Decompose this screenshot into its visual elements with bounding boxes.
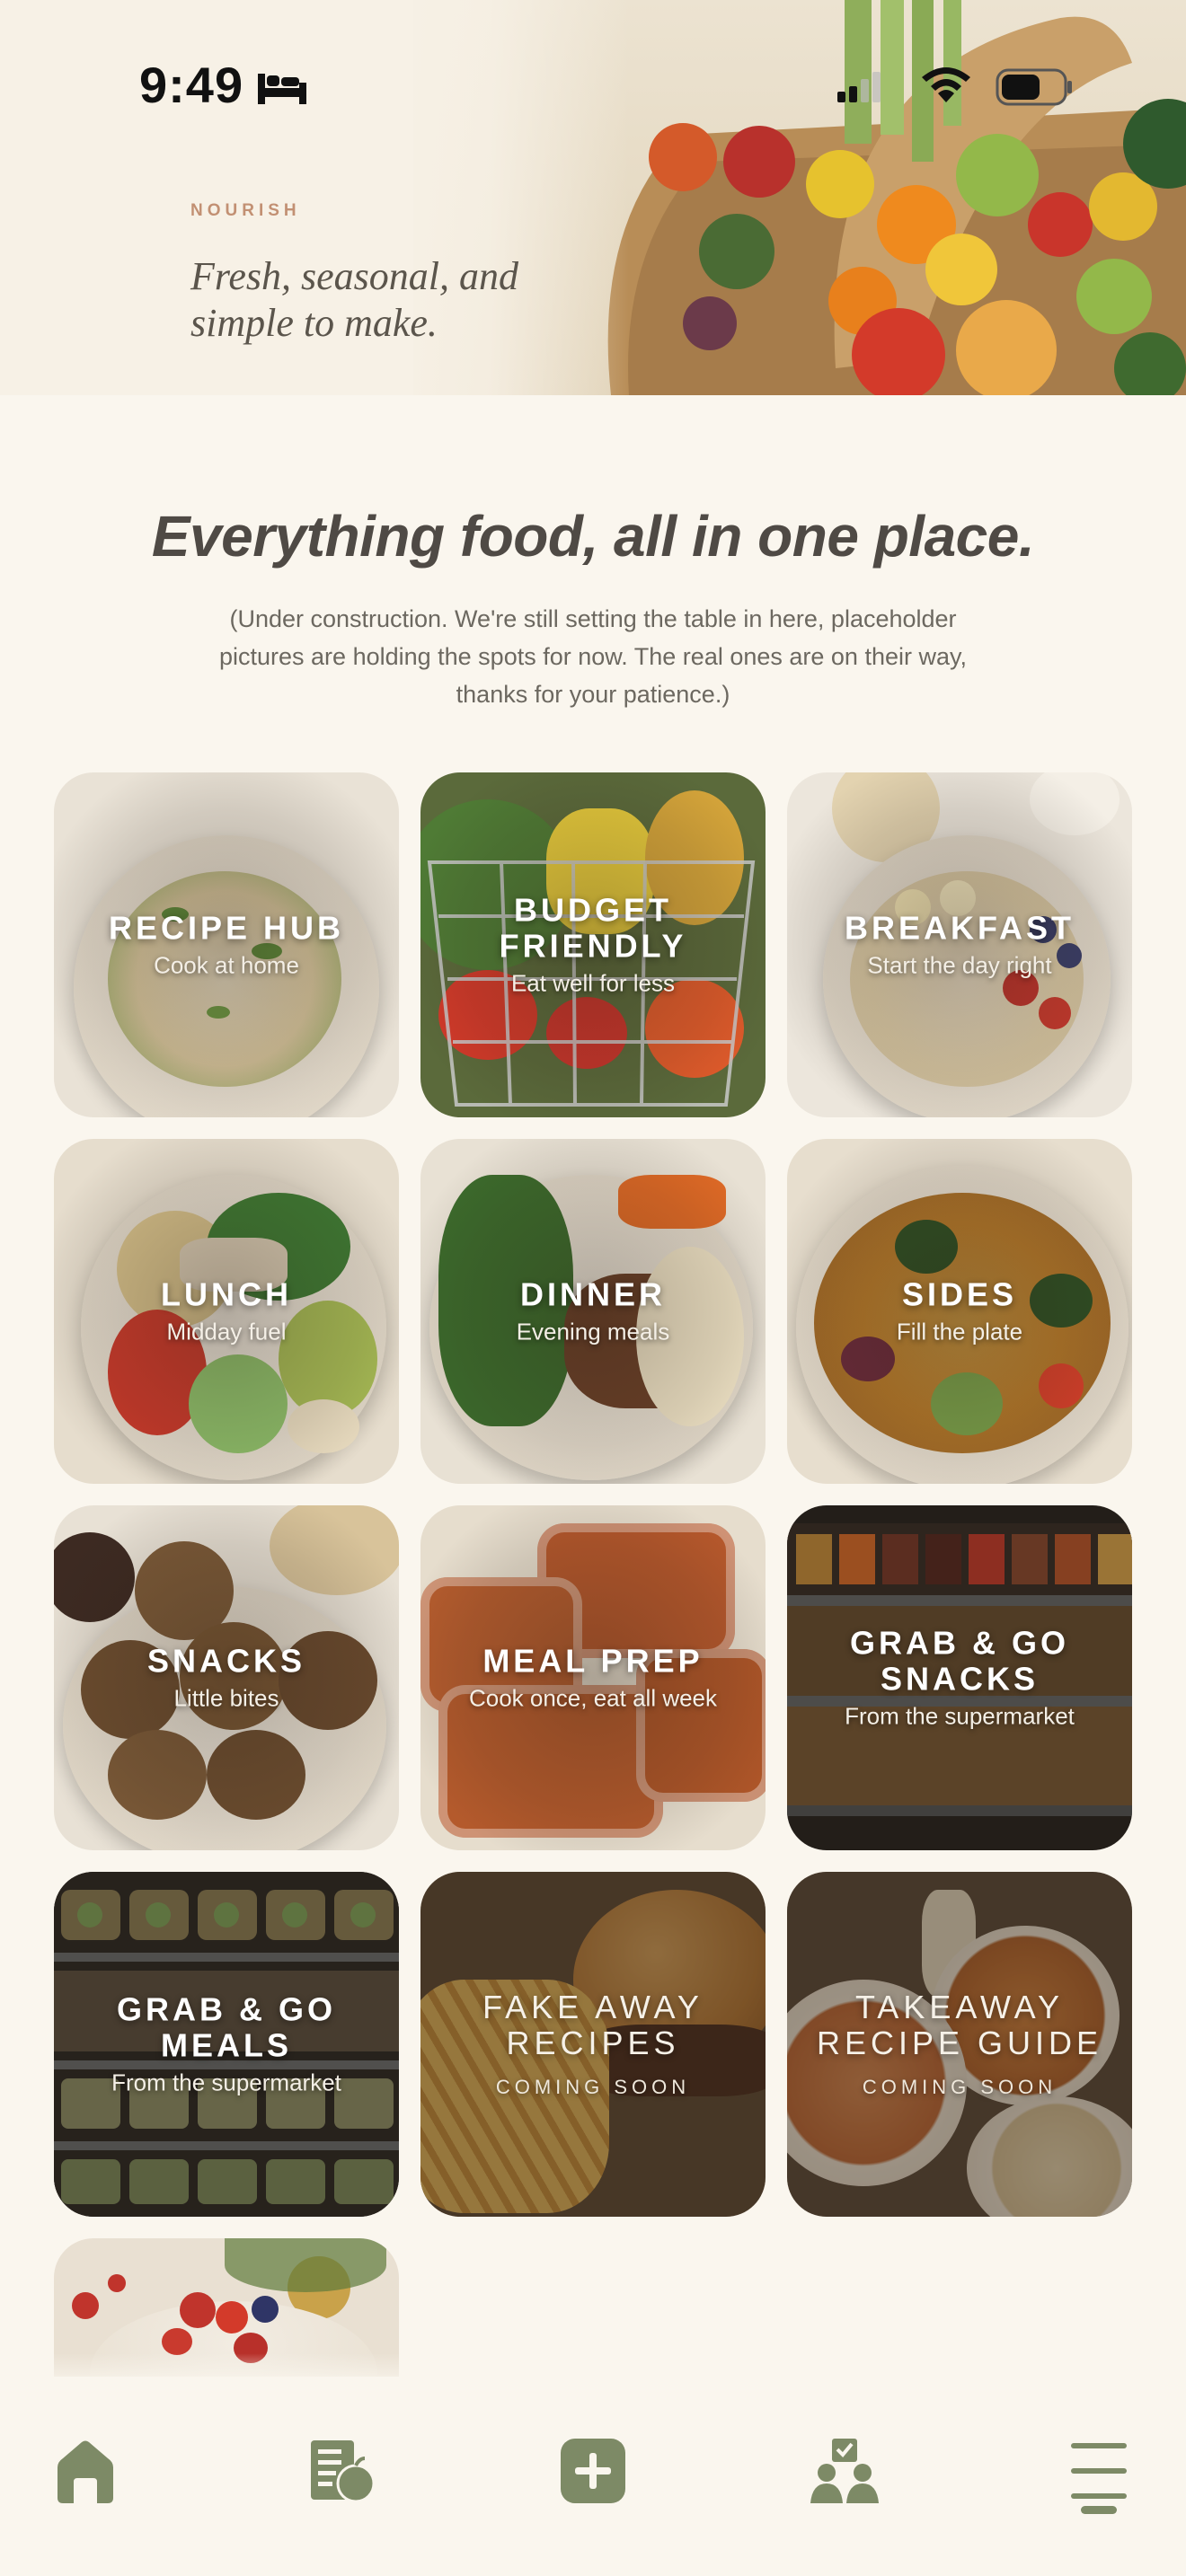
hero-tagline: Fresh, seasonal, and simple to make.: [190, 254, 519, 345]
tile-subtitle: Start the day right: [867, 951, 1052, 979]
status-time: 9:49: [139, 57, 244, 113]
nav-home[interactable]: [45, 2430, 126, 2511]
tile-title: MEAL PREP: [482, 1642, 704, 1680]
coming-soon-label: COMING SOON: [862, 2076, 1058, 2098]
tile-subtitle: From the supermarket: [111, 2069, 341, 2096]
tile-budget-friendly[interactable]: BUDGET FRIENDLY Eat well for less: [420, 772, 766, 1117]
tile-subtitle: Evening meals: [516, 1318, 670, 1345]
tile-title: GRAB & GO MEALS: [116, 1990, 336, 2064]
tile-title: SNACKS: [146, 1642, 305, 1680]
page-title: Everything food, all in one place.: [151, 504, 1035, 569]
tile-grab-and-go-snacks[interactable]: GRAB & GO SNACKS From the supermarket: [787, 1505, 1132, 1850]
battery-icon: [996, 68, 1072, 106]
home-icon: [58, 2440, 113, 2503]
tile-snacks[interactable]: SNACKS Little bites: [54, 1505, 399, 1850]
tile-subtitle: From the supermarket: [845, 1702, 1075, 1730]
tile-meal-prep[interactable]: MEAL PREP Cook once, eat all week: [420, 1505, 766, 1850]
wifi-icon: [922, 67, 970, 102]
tile-fake-away-recipes[interactable]: FAKE AWAY RECIPES COMING SOON: [420, 1872, 766, 2217]
nav-community[interactable]: [804, 2430, 885, 2511]
coming-soon-label: COMING SOON: [495, 2076, 691, 2098]
tile-title: BUDGET FRIENDLY: [499, 891, 687, 965]
tile-title: RECIPE HUB: [108, 909, 345, 947]
hero-kicker: NOURISH: [190, 201, 301, 220]
tile-breakfast[interactable]: BREAKFAST Start the day right: [787, 772, 1132, 1117]
tile-title: FAKE AWAY RECIPES: [482, 1989, 704, 2061]
tile-grab-and-go-meals[interactable]: GRAB & GO MEALS From the supermarket: [54, 1872, 399, 2217]
recipe-notes-icon: [311, 2440, 376, 2503]
tile-title: GRAB & GO SNACKS: [849, 1624, 1069, 1698]
cellular-signal-icon: [837, 72, 881, 102]
tile-subtitle: Cook at home: [154, 951, 299, 979]
tile-sides[interactable]: SIDES Fill the plate: [787, 1139, 1132, 1484]
sleep-mode-icon: [258, 74, 306, 104]
active-tab-indicator: [1081, 2506, 1117, 2514]
tile-title: DINNER: [519, 1275, 666, 1313]
menu-icon: [1071, 2443, 1127, 2499]
nav-menu[interactable]: [1058, 2430, 1139, 2511]
tile-title: SIDES: [901, 1275, 1018, 1313]
tile-title: BREAKFAST: [844, 909, 1075, 947]
add-icon: [561, 2439, 625, 2503]
bottom-nav: [0, 2377, 1186, 2576]
tile-subtitle: Cook once, eat all week: [468, 1684, 718, 1712]
community-icon: [810, 2439, 879, 2503]
tile-dinner[interactable]: DINNER Evening meals: [420, 1139, 766, 1484]
tile-subtitle: Midday fuel: [166, 1318, 287, 1345]
tile-lunch[interactable]: LUNCH Midday fuel: [54, 1139, 399, 1484]
construction-note: (Under construction. We're still setting…: [219, 605, 967, 708]
nav-recipes[interactable]: [301, 2430, 382, 2511]
tile-recipe-hub[interactable]: RECIPE HUB Cook at home: [54, 772, 399, 1117]
hero-banner: 9:49 NOURISH Fresh, seasonal, and simple…: [0, 0, 1186, 395]
nav-add[interactable]: [553, 2430, 633, 2511]
tile-takeaway-recipe-guide[interactable]: TAKEAWAY RECIPE GUIDE COMING SOON: [787, 1872, 1132, 2217]
tile-subtitle: Little bites: [173, 1684, 279, 1712]
tile-subtitle: Eat well for less: [510, 969, 676, 997]
tile-subtitle: Fill the plate: [896, 1318, 1023, 1345]
tile-title: LUNCH: [161, 1275, 292, 1313]
tile-title: TAKEAWAY RECIPE GUIDE: [816, 1989, 1103, 2061]
